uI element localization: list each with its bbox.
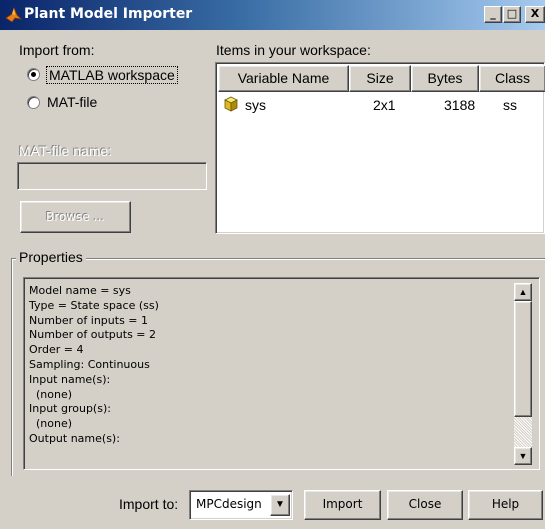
cell-bytes: 3188 — [444, 97, 476, 113]
properties-text-area[interactable]: Model name = sys Type = State space (ss) N… — [23, 277, 540, 470]
properties-line: Type = State space (ss) — [29, 298, 159, 312]
cell-variable-name: sys — [245, 97, 266, 113]
matlab-logo-icon — [5, 6, 22, 23]
radio-selected-dot — [31, 72, 36, 77]
import-to-label: Import to: — [119, 496, 179, 512]
import-to-dropdown[interactable]: MPCdesign ▼ — [189, 490, 293, 520]
properties-line: Order = 4 — [29, 343, 84, 357]
scroll-down-arrow-icon[interactable]: ▼ — [514, 447, 532, 465]
table-row[interactable]: sys 2x1 3188 ss — [218, 95, 545, 115]
maximize-button[interactable]: □ — [503, 6, 521, 23]
import-button[interactable]: Import — [304, 490, 381, 520]
properties-label: Properties — [16, 249, 86, 265]
scrollbar-track[interactable] — [514, 417, 532, 447]
cell-class: ss — [503, 97, 517, 113]
import-from-label: Import from: — [19, 42, 95, 58]
matfile-name-input[interactable] — [17, 162, 207, 190]
properties-line: Number of inputs = 1 — [29, 313, 149, 327]
column-header-variable-name[interactable]: Variable Name — [218, 65, 349, 92]
properties-line: Model name = sys — [29, 284, 131, 297]
cell-size: 2x1 — [373, 97, 396, 113]
properties-text: Model name = sys Type = State space (ss) N… — [29, 284, 159, 447]
close-window-button[interactable]: X — [525, 6, 545, 23]
close-button[interactable]: Close — [387, 490, 463, 520]
column-header-bytes[interactable]: Bytes — [411, 65, 479, 92]
import-to-value: MPCdesign — [196, 497, 262, 511]
radio-mat-file-label[interactable]: MAT-file — [47, 94, 97, 110]
minimize-button[interactable]: _ — [484, 6, 502, 23]
radio-mat-file[interactable] — [27, 96, 40, 109]
properties-line: (none) — [29, 417, 73, 431]
workspace-label: Items in your workspace: — [216, 42, 371, 58]
column-header-class[interactable]: Class — [479, 65, 545, 92]
column-header-size[interactable]: Size — [349, 65, 411, 92]
properties-line: Output name(s): — [29, 431, 120, 445]
window-title: Plant Model Importer — [24, 6, 193, 22]
properties-line: Number of outputs = 2 — [29, 328, 157, 342]
properties-line: (none) — [29, 387, 73, 401]
radio-matlab-workspace[interactable] — [27, 68, 40, 81]
browse-button[interactable]: Browse ... — [20, 201, 131, 233]
scroll-up-arrow-icon[interactable]: ▲ — [514, 283, 532, 301]
matfile-name-label: MAT-file name: — [19, 143, 113, 159]
radio-matlab-workspace-label[interactable]: MATLAB workspace — [46, 66, 178, 84]
help-button[interactable]: Help — [468, 490, 543, 520]
properties-line: Input group(s): — [29, 402, 111, 416]
cube-icon — [224, 96, 238, 112]
properties-line: Input name(s): — [29, 372, 111, 386]
scrollbar-thumb[interactable] — [514, 301, 532, 417]
properties-line: Sampling: Continuous — [29, 357, 150, 371]
dropdown-arrow-icon[interactable]: ▼ — [270, 494, 290, 516]
title-bar[interactable]: Plant Model Importer _ □ X — [0, 0, 545, 30]
